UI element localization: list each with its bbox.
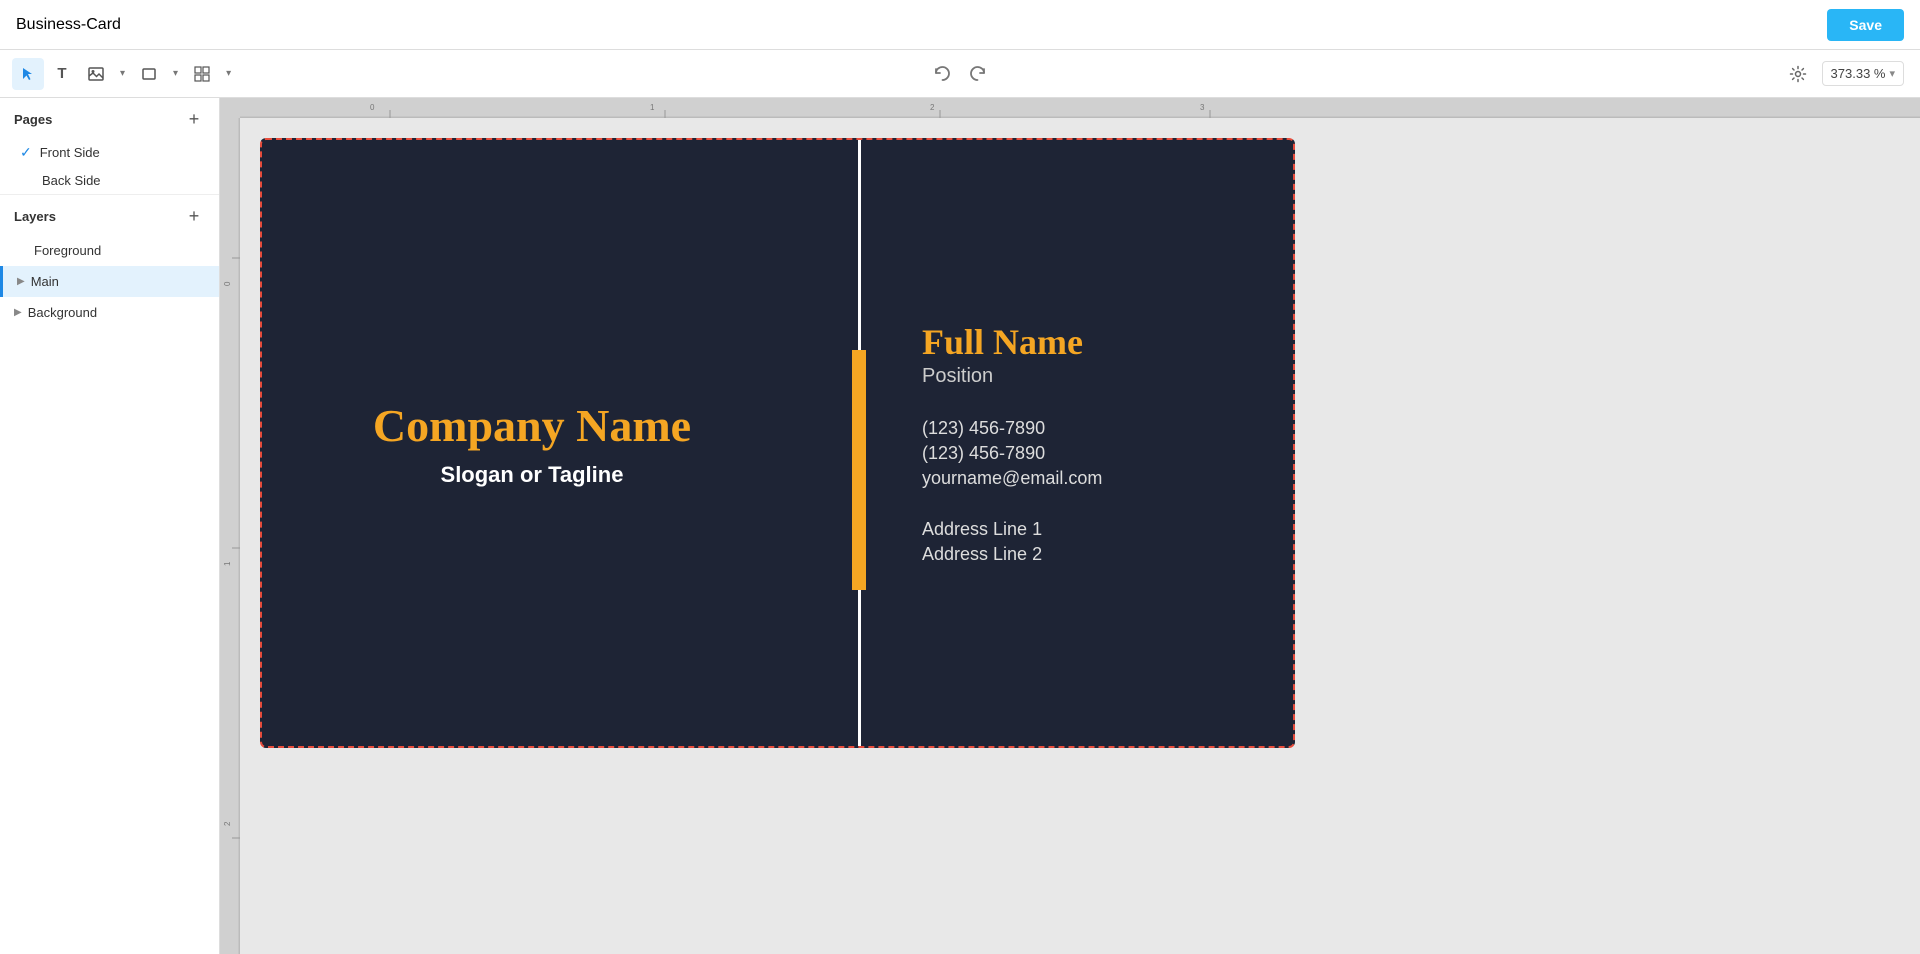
shape-tool-group: ▾ xyxy=(133,58,184,90)
grid-tool-dropdown[interactable]: ▾ xyxy=(220,64,237,83)
layer-foreground-label: Foreground xyxy=(34,243,101,258)
svg-text:1: 1 xyxy=(650,103,655,112)
svg-text:0: 0 xyxy=(370,103,375,112)
toolbar-right: 373.33 % ▾ xyxy=(1782,58,1904,90)
save-button[interactable]: Save xyxy=(1827,9,1904,41)
canvas-area[interactable]: 0 1 2 3 0 1 2 xyxy=(220,98,1920,954)
business-card[interactable]: Company Name Slogan or Tagline Full Name… xyxy=(260,138,1295,748)
zoom-control[interactable]: 373.33 % ▾ xyxy=(1822,61,1904,86)
svg-text:2: 2 xyxy=(223,821,232,826)
grid-tool-button[interactable] xyxy=(186,58,218,90)
ruler-corner xyxy=(220,98,240,118)
phone2-text: (123) 456-7890 xyxy=(922,443,1263,464)
ruler-top: 0 1 2 3 xyxy=(240,98,1920,118)
page-front-label: Front Side xyxy=(40,145,100,160)
text-tool-button[interactable]: T xyxy=(46,58,78,90)
add-page-button[interactable]: + xyxy=(183,108,205,130)
position-text: Position xyxy=(922,365,1263,388)
toolbar: T ▾ ▾ xyxy=(0,50,1920,98)
layers-label: Layers xyxy=(14,209,56,224)
layer-item-main[interactable]: ▶ Main xyxy=(0,266,219,297)
svg-text:2: 2 xyxy=(930,103,935,112)
zoom-value: 373.33 % xyxy=(1831,66,1886,81)
address1-text: Address Line 1 xyxy=(922,519,1263,540)
sidebar: Pages + ✓ Front Side Back Side Layers + … xyxy=(0,98,220,954)
contact-info: (123) 456-7890 (123) 456-7890 yourname@e… xyxy=(922,418,1263,489)
image-tool-button[interactable] xyxy=(80,58,112,90)
layers-section-header: Layers + xyxy=(0,195,219,235)
svg-text:3: 3 xyxy=(1200,103,1205,112)
settings-button[interactable] xyxy=(1782,58,1814,90)
divider-top xyxy=(858,140,861,350)
phone1-text: (123) 456-7890 xyxy=(922,418,1263,439)
image-tool-group: ▾ xyxy=(80,58,131,90)
company-name-text: Company Name xyxy=(373,399,691,452)
email-text: yourname@email.com xyxy=(922,468,1263,489)
undo-button[interactable] xyxy=(926,58,958,90)
ruler-left: 0 1 2 xyxy=(220,118,240,954)
card-divider xyxy=(852,140,866,746)
canvas-inner: Company Name Slogan or Tagline Full Name… xyxy=(240,118,1920,954)
check-icon: ✓ xyxy=(20,144,32,161)
select-tool-button[interactable] xyxy=(12,58,44,90)
shape-tool-dropdown[interactable]: ▾ xyxy=(167,64,184,83)
redo-button[interactable] xyxy=(962,58,994,90)
grid-tool-group: ▾ xyxy=(186,58,237,90)
slogan-text: Slogan or Tagline xyxy=(441,462,624,488)
pages-section-header: Pages + xyxy=(0,98,219,138)
app-title: Business-Card xyxy=(16,16,121,34)
layer-item-foreground[interactable]: Foreground xyxy=(0,235,219,266)
expand-icon-background: ▶ xyxy=(14,307,22,318)
top-bar: Business-Card Save xyxy=(0,0,1920,50)
layer-background-label: Background xyxy=(28,305,97,320)
page-item-front[interactable]: ✓ Front Side xyxy=(0,138,219,167)
add-layer-button[interactable]: + xyxy=(183,205,205,227)
toolbar-tools: T ▾ ▾ xyxy=(12,58,237,90)
page-item-back[interactable]: Back Side xyxy=(0,167,219,194)
main-layout: Pages + ✓ Front Side Back Side Layers + … xyxy=(0,98,1920,954)
layers-section: Layers + Foreground ▶ Main ▶ Background xyxy=(0,194,219,328)
address-info: Address Line 1 Address Line 2 xyxy=(922,519,1263,565)
page-back-label: Back Side xyxy=(42,173,101,188)
svg-text:1: 1 xyxy=(223,561,232,566)
divider-bot xyxy=(858,590,861,746)
layer-main-label: Main xyxy=(31,274,59,289)
full-name-text: Full Name xyxy=(922,321,1263,363)
svg-text:0: 0 xyxy=(223,281,232,286)
pages-label: Pages xyxy=(14,112,52,127)
shape-tool-button[interactable] xyxy=(133,58,165,90)
toolbar-center xyxy=(926,58,994,90)
image-tool-dropdown[interactable]: ▾ xyxy=(114,64,131,83)
expand-icon-main: ▶ xyxy=(17,276,25,287)
layer-item-background[interactable]: ▶ Background xyxy=(0,297,219,328)
divider-mid xyxy=(852,350,866,590)
card-left-section: Company Name Slogan or Tagline xyxy=(262,140,802,746)
card-right-section: Full Name Position (123) 456-7890 (123) … xyxy=(902,140,1293,746)
address2-text: Address Line 2 xyxy=(922,544,1263,565)
zoom-chevron-icon: ▾ xyxy=(1889,67,1895,80)
